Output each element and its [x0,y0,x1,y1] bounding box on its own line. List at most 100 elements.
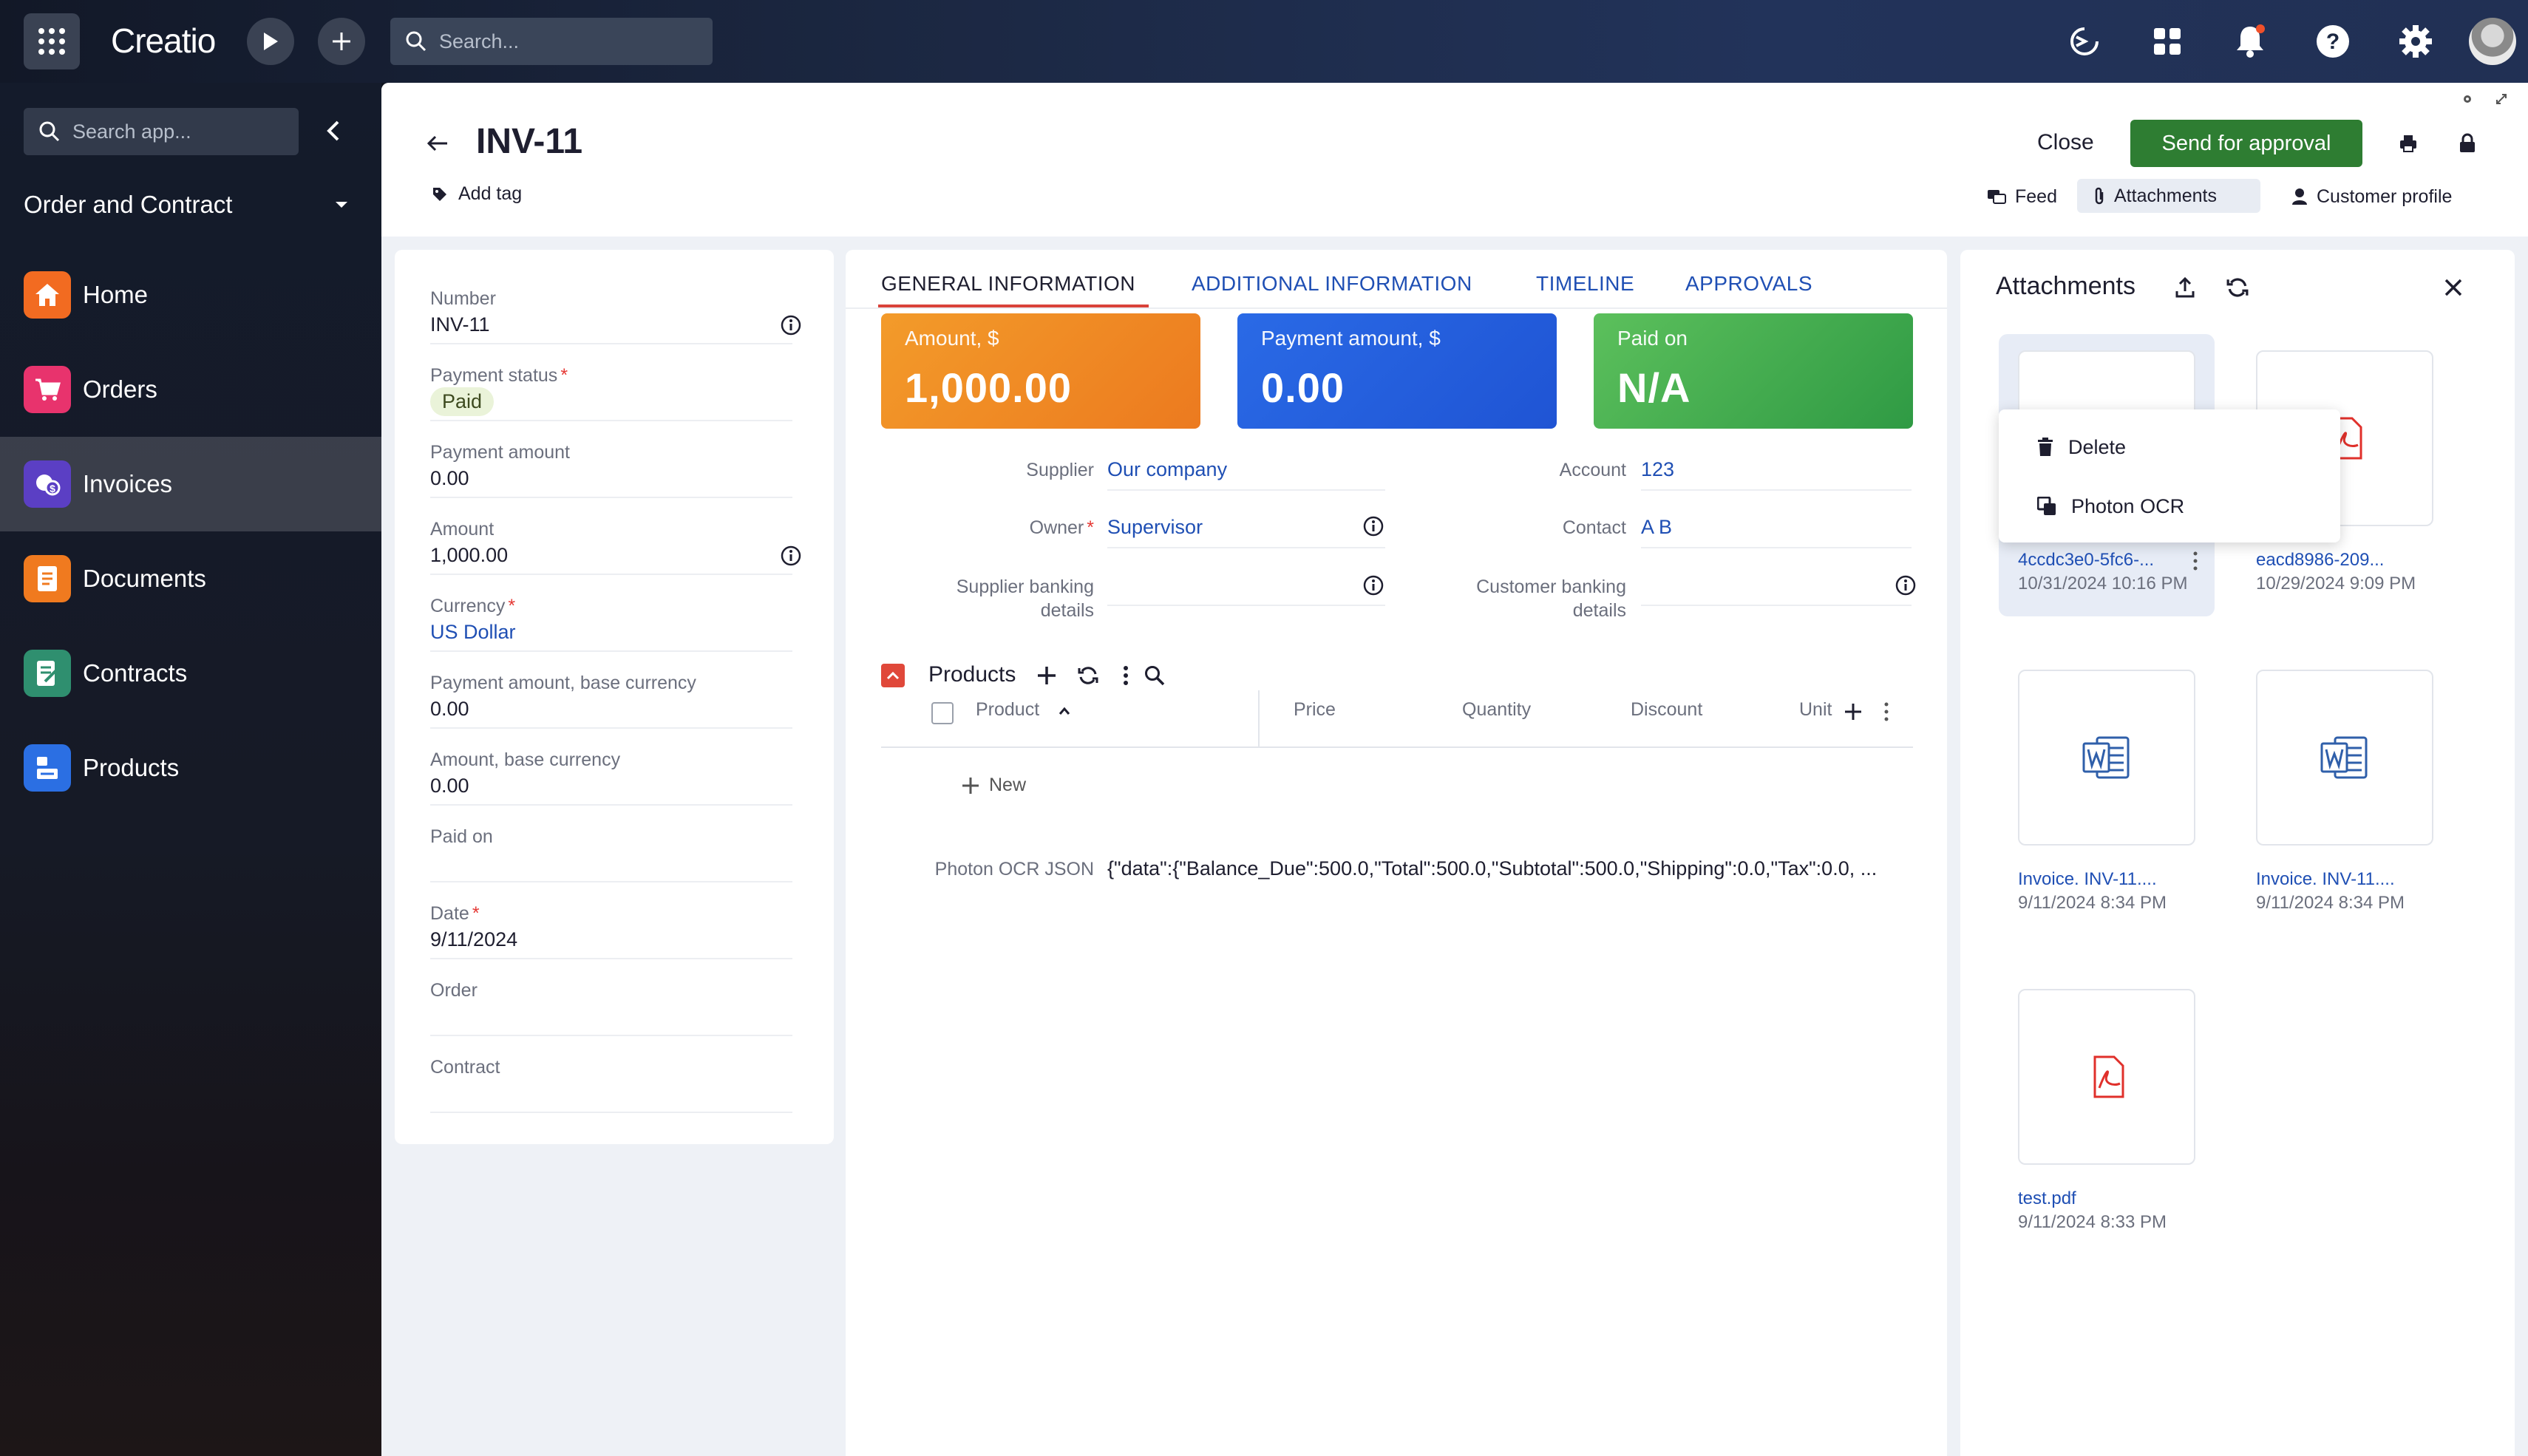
refresh-icon[interactable] [1078,665,1098,686]
sidebar: Search app... Order and Contract Home Or… [0,83,381,1456]
feed-button[interactable]: Feed [1978,180,2066,213]
more-vertical-icon[interactable] [1122,665,1129,686]
status-badge[interactable]: Paid [430,387,495,416]
attachment-thumbnail[interactable] [2018,989,2195,1165]
info-icon[interactable] [1363,575,1384,596]
workspace-selector[interactable]: Order and Contract [24,186,349,223]
attachments-tab-button[interactable]: Attachments [2077,179,2260,213]
sort-asc-icon[interactable] [1059,707,1070,715]
owner-value[interactable]: Supervisor [1107,516,1203,539]
apps-icon [2154,28,2181,55]
expand-button[interactable] [2493,90,2510,108]
customer-profile-button[interactable]: Customer profile [2283,180,2461,213]
info-icon[interactable] [1895,575,1916,596]
more-vertical-icon[interactable] [2192,551,2198,571]
search-icon [39,121,60,142]
select-all-checkbox[interactable] [931,702,954,724]
column-header-unit[interactable]: Unit [1799,699,1832,721]
field-value-currency[interactable]: US Dollar [430,621,516,644]
supplier-value[interactable]: Our company [1107,458,1227,481]
general-information-card: GENERAL INFORMATION ADDITIONAL INFORMATI… [846,250,1947,1456]
column-header-product[interactable]: Product [976,699,1039,721]
table-header-divider [881,746,1913,748]
contact-value[interactable]: A B [1641,516,1672,539]
attachment-thumbnail[interactable] [2256,670,2433,846]
user-avatar[interactable] [2469,18,2516,65]
attachment-name[interactable]: Invoice. INV-11.... [2256,869,2395,890]
column-resizer[interactable] [1258,690,1260,746]
field-value-payment-amount[interactable]: 0.00 [430,467,469,490]
tab-general-information[interactable]: GENERAL INFORMATION [881,272,1135,296]
field-divider [430,1112,792,1113]
sidebar-item-invoices[interactable]: $ Invoices [0,437,381,531]
back-button[interactable] [423,129,452,158]
column-header-discount[interactable]: Discount [1631,699,1702,721]
ocr-json-value[interactable]: {"data":{"Balance_Due":500.0,"Total":500… [1107,857,1914,880]
print-button[interactable] [2393,129,2423,158]
field-divider [1641,547,1912,548]
field-value-date[interactable]: 9/11/2024 [430,928,517,951]
notifications-button[interactable] [2228,19,2272,64]
field-value-amount[interactable]: 1,000.00 [430,544,508,567]
attachment-name[interactable]: 4ccdc3e0-5fc6-... [2018,550,2154,571]
attachment-name[interactable]: test.pdf [2018,1188,2076,1209]
sync-button[interactable] [2062,19,2107,64]
collapse-products-button[interactable] [881,664,905,687]
sidebar-item-products[interactable]: Products [0,721,381,815]
field-value-number[interactable]: INV-11 [430,313,490,336]
more-vertical-icon[interactable] [1883,702,1889,721]
column-header-quantity[interactable]: Quantity [1462,699,1531,721]
tab-timeline[interactable]: TIMELINE [1536,272,1634,296]
column-header-price[interactable]: Price [1294,699,1336,721]
lock-icon [2460,133,2475,152]
apps-button[interactable] [2145,19,2189,64]
attachments-label: Attachments [2114,185,2217,206]
run-process-button[interactable] [247,18,294,65]
info-icon[interactable] [781,315,801,336]
sidebar-item-label: Contracts [83,659,188,687]
menu-item-delete[interactable]: Delete [1999,423,2340,472]
search-icon[interactable] [1144,665,1165,686]
close-icon[interactable] [2444,278,2463,297]
sidebar-item-home[interactable]: Home [0,248,381,342]
tabs-divider [846,307,1947,309]
sidebar-search-input[interactable]: Search app... [24,108,299,155]
bell-icon [2237,24,2265,58]
sidebar-item-documents[interactable]: Documents [0,531,381,626]
field-value-payment-amount-base[interactable]: 0.00 [430,698,469,721]
attachment-name[interactable]: eacd8986-209... [2256,550,2384,571]
global-search-input[interactable]: Search... [390,18,713,65]
play-icon [264,33,278,50]
help-button[interactable]: ? [2311,19,2355,64]
kpi-value: 1,000.00 [905,364,1072,411]
app-launcher-button[interactable] [24,13,80,69]
collapse-sidebar-button[interactable] [315,112,352,149]
plus-icon[interactable] [1036,665,1057,686]
info-icon[interactable] [1363,516,1384,537]
tab-approvals[interactable]: APPROVALS [1685,272,1812,296]
send-for-approval-button[interactable]: Send for approval [2130,120,2362,167]
kpi-paid-on: Paid on N/A [1594,313,1913,429]
account-value[interactable]: 123 [1641,458,1674,481]
close-button[interactable]: Close [2037,130,2094,155]
info-icon[interactable] [781,545,801,566]
upload-icon[interactable] [2175,276,2195,299]
settings-button[interactable] [2393,19,2438,64]
settings-small-button[interactable] [2459,90,2476,108]
menu-item-photon-ocr[interactable]: Photon OCR [1999,482,2340,531]
lock-button[interactable] [2453,129,2482,158]
tab-additional-information[interactable]: ADDITIONAL INFORMATION [1192,272,1472,296]
field-value-amount-base[interactable]: 0.00 [430,775,469,797]
add-column-icon[interactable] [1844,702,1863,721]
owner-label: Owner * [1029,517,1094,538]
refresh-icon[interactable] [2226,276,2249,299]
sidebar-item-contracts[interactable]: Contracts [0,626,381,721]
tag-icon [433,187,446,201]
attachment-name[interactable]: Invoice. INV-11.... [2018,869,2157,890]
sidebar-item-orders[interactable]: Orders [0,342,381,437]
attachment-thumbnail[interactable] [2018,670,2195,846]
new-product-button[interactable]: New [961,775,1026,796]
add-tag-button[interactable]: Add tag [432,183,522,205]
field-divider [430,958,792,959]
add-button[interactable] [318,18,365,65]
